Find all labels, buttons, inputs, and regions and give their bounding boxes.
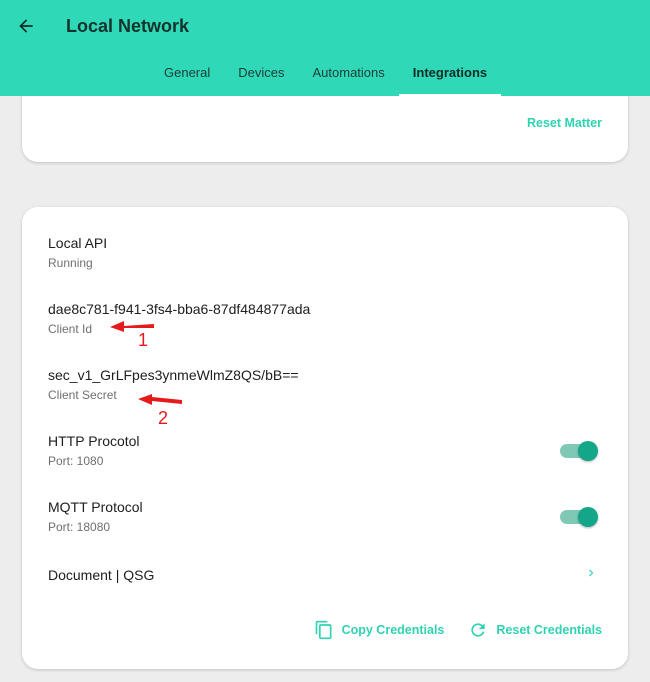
client-id-row: dae8c781-f941-3fs4-bba6-87df484877ada Cl… [48,301,310,336]
http-row: HTTP Procotol Port: 1080 [48,433,140,468]
local-api-row: Local API Running [48,235,107,270]
document-link[interactable]: Document | QSG [48,567,154,583]
local-api-title: Local API [48,235,108,251]
tab-bar: General Devices Automations Integrations [150,62,502,96]
tab-automations[interactable]: Automations [299,62,399,96]
annotation-label-1: 1 [138,330,149,350]
toggle-knob [578,507,598,527]
reset-matter-button[interactable]: Reset Matter [527,116,602,130]
tab-devices[interactable]: Devices [224,62,298,96]
copy-icon [315,620,332,640]
http-title: HTTP Procotol [48,433,140,449]
tab-general[interactable]: General [150,62,224,96]
mqtt-row: MQTT Protocol Port: 18080 [48,499,143,534]
mqtt-port: Port: 18080 [48,520,111,534]
mqtt-title: MQTT Protocol [48,499,143,515]
http-port: Port: 1080 [48,454,104,468]
client-id-value: dae8c781-f941-3fs4-bba6-87df484877ada [48,301,311,317]
local-api-status: Running [48,256,93,270]
annotation-arrow-2 [138,394,182,405]
client-secret-value: sec_v1_GrLFpes3ynmeWlmZ8QS/bB== [48,367,299,383]
reset-credentials-label: Reset Credentials [496,623,602,637]
back-button[interactable] [14,14,38,38]
chevron-right-icon [589,569,594,577]
page-title: Local Network [66,16,190,36]
credential-actions: Copy Credentials Reset Credentials [314,619,602,641]
app-bar: Local Network General Devices Automation… [0,0,650,96]
mqtt-toggle[interactable] [560,507,598,527]
annotation-arrow-1 [110,321,154,332]
copy-credentials-button[interactable]: Copy Credentials [314,619,445,641]
annotation-label-2: 2 [158,408,169,428]
document-chevron[interactable] [584,566,598,585]
local-api-card: Local API Running dae8c781-f941-3fs4-bba… [22,207,628,669]
arrow-left-icon [19,19,33,33]
copy-credentials-label: Copy Credentials [341,623,445,637]
client-id-label: Client Id [48,322,93,336]
tab-integrations[interactable]: Integrations [398,62,502,96]
reset-credentials-button[interactable]: Reset Credentials [468,620,602,640]
http-toggle[interactable] [560,441,598,461]
toggle-knob [578,441,598,461]
refresh-icon [471,623,486,637]
